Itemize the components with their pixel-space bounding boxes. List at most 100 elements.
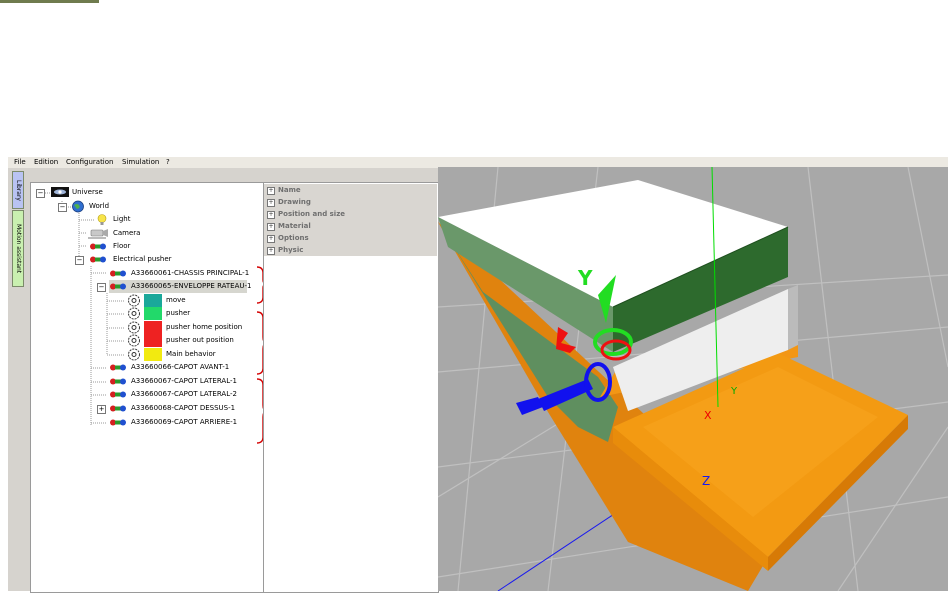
scene-tree-panel[interactable]: − Universe − World Light Camera Floor − … xyxy=(30,182,264,593)
tree-item-component[interactable]: A33660068-CAPOT DESSUS-1 xyxy=(109,402,259,415)
lightbulb-icon xyxy=(97,214,107,225)
property-label: Position and size xyxy=(278,210,346,218)
tree-label-behavior: Main behavior xyxy=(166,350,216,358)
behavior-color-swatch xyxy=(144,348,162,361)
tree-item-behavior[interactable]: pusher xyxy=(127,307,237,320)
tree-label-floor: Floor xyxy=(113,242,131,250)
tree-item-component[interactable]: A33660061-CHASSIS PRINCIPAL-1 xyxy=(109,267,259,280)
property-label: Name xyxy=(278,186,301,194)
y-axis-label: Y xyxy=(730,386,738,397)
robot-part-icon xyxy=(110,391,126,398)
gear-icon xyxy=(128,321,140,334)
behavior-color-swatch xyxy=(144,307,162,320)
tree-item-component[interactable]: A33660069-CAPOT ARRIERE-1 xyxy=(109,416,259,429)
expand-icon: + xyxy=(267,199,275,207)
tree-item-behavior[interactable]: Main behavior xyxy=(127,348,257,361)
motion-assistant-tab-label: Motion assistant xyxy=(15,223,22,274)
robot-part-icon xyxy=(110,270,126,277)
property-label: Drawing xyxy=(278,198,311,206)
tree-label-component: A33660067-CAPOT LATERAL-1 xyxy=(131,377,237,385)
property-section-drawing[interactable]: + Drawing xyxy=(264,196,437,208)
tree-item-behavior[interactable]: pusher out position xyxy=(127,334,257,347)
property-section-physic[interactable]: + Physic xyxy=(264,244,437,256)
motion-assistant-tab[interactable]: Motion assistant xyxy=(12,210,24,287)
tree-item-floor[interactable]: Floor xyxy=(87,240,157,253)
world-collapse-toggle[interactable]: − xyxy=(58,203,67,212)
tree-label-behavior: move xyxy=(166,296,186,304)
property-section-name[interactable]: + Name xyxy=(264,184,437,196)
gear-icon xyxy=(128,294,140,307)
tree-label-camera: Camera xyxy=(113,229,141,237)
universe-collapse-toggle[interactable]: − xyxy=(36,189,45,198)
gizmo-y-label: Y xyxy=(577,266,593,290)
globe-icon xyxy=(72,200,84,213)
tree-item-component-selected[interactable]: A33660065-ENVELOPPE RATEAU-1 xyxy=(109,280,251,293)
behavior-color-swatch xyxy=(144,334,162,347)
tree-label-component: A33660066-CAPOT AVANT-1 xyxy=(131,363,230,371)
property-label: Physic xyxy=(278,246,304,254)
z-axis-label: Z xyxy=(702,474,710,488)
property-section-material[interactable]: + Material xyxy=(264,220,437,232)
menu-file[interactable]: File xyxy=(14,158,26,167)
tree-item-electrical-pusher[interactable]: Electrical pusher xyxy=(87,253,187,266)
expand-icon: + xyxy=(267,211,275,219)
properties-panel: + Name + Drawing + Position and size + Mater… xyxy=(263,182,439,593)
tree-item-light[interactable]: Light xyxy=(95,213,155,226)
3d-viewport[interactable]: Y X Y Z xyxy=(438,167,948,591)
tree-label-universe: Universe xyxy=(72,188,103,196)
menu-edition[interactable]: Edition xyxy=(34,158,58,167)
property-section-position-size[interactable]: + Position and size xyxy=(264,208,437,220)
gear-icon xyxy=(128,348,140,361)
robot-part-icon xyxy=(110,405,126,412)
tree-item-behavior[interactable]: move xyxy=(127,294,237,307)
behavior-color-swatch xyxy=(144,294,162,307)
property-label: Material xyxy=(278,222,311,230)
enveloppe-collapse-toggle[interactable]: − xyxy=(97,283,106,292)
application-window: File Edition Configuration Simulation ? … xyxy=(8,157,948,593)
robot-part-icon xyxy=(110,283,126,290)
robot-part-icon xyxy=(90,243,106,250)
library-tab-label: Library xyxy=(15,179,22,201)
robot-part-icon xyxy=(110,378,126,385)
tree-label-component: A33660068-CAPOT DESSUS-1 xyxy=(131,404,236,412)
tree-item-component[interactable]: A33660067-CAPOT LATERAL-1 xyxy=(109,375,259,388)
tree-label-component: A33660061-CHASSIS PRINCIPAL-1 xyxy=(131,269,250,277)
tree-label-component: A33660067-CAPOT LATERAL-2 xyxy=(131,390,237,398)
top-marker xyxy=(0,0,99,3)
robot-part-icon xyxy=(110,419,126,426)
capot-dessus-expand-toggle[interactable]: + xyxy=(97,405,106,414)
tree-label-light: Light xyxy=(113,215,131,223)
expand-icon: + xyxy=(267,223,275,231)
robot-part-icon xyxy=(110,364,126,371)
menu-help[interactable]: ? xyxy=(166,158,170,167)
expand-icon: + xyxy=(267,247,275,255)
tree-label-electrical-pusher: Electrical pusher xyxy=(113,255,172,263)
property-label: Options xyxy=(278,234,309,242)
expand-icon: + xyxy=(267,187,275,195)
tree-item-component[interactable]: A33660066-CAPOT AVANT-1 xyxy=(109,361,259,374)
3d-scene: Y X Y Z xyxy=(438,167,948,591)
camera-icon xyxy=(88,229,108,239)
property-section-options[interactable]: + Options xyxy=(264,232,437,244)
expand-icon: + xyxy=(267,235,275,243)
tree-label-world: World xyxy=(89,202,110,210)
tree-item-world[interactable]: World xyxy=(71,200,131,213)
tree-label-behavior: pusher home position xyxy=(166,323,243,331)
library-tab[interactable]: Library xyxy=(12,171,24,209)
tree-label-behavior: pusher out position xyxy=(166,336,234,344)
tree-item-camera[interactable]: Camera xyxy=(87,227,157,240)
gear-icon xyxy=(128,334,140,347)
tree-label-behavior: pusher xyxy=(166,309,191,317)
tree-item-universe[interactable]: Universe xyxy=(51,186,131,199)
tree-label-component: A33660065-ENVELOPPE RATEAU-1 xyxy=(131,282,252,290)
robot-part-icon xyxy=(90,256,106,263)
tree-item-component[interactable]: A33660067-CAPOT LATERAL-2 xyxy=(109,388,259,401)
galaxy-icon xyxy=(51,187,69,197)
tree-label-component: A33660069-CAPOT ARRIERE-1 xyxy=(131,418,238,426)
behavior-color-swatch xyxy=(144,321,162,334)
tree-item-behavior[interactable]: pusher home position xyxy=(127,321,257,334)
electrical-pusher-collapse-toggle[interactable]: − xyxy=(75,256,84,265)
x-axis-label: X xyxy=(704,409,712,422)
menu-configuration[interactable]: Configuration xyxy=(66,158,113,167)
menu-simulation[interactable]: Simulation xyxy=(122,158,159,167)
